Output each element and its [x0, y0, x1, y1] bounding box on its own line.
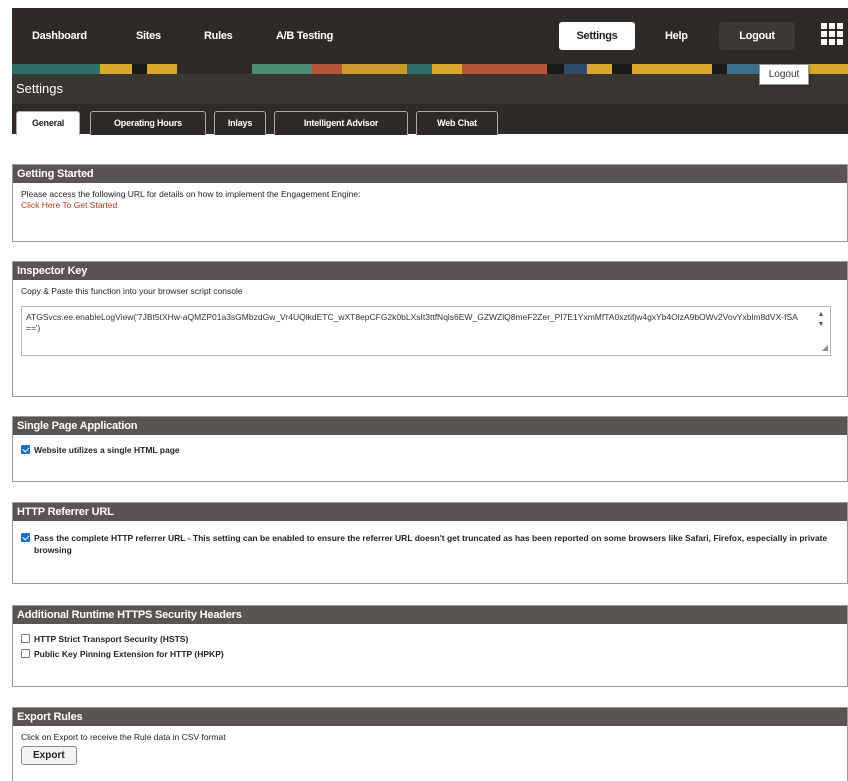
get-started-link[interactable]: Click Here To Get Started	[21, 200, 839, 211]
tab-operating-hours[interactable]: Operating Hours	[90, 111, 206, 135]
getting-started-text: Please access the following URL for deta…	[21, 189, 361, 199]
inspector-key-panel: Inspector Key Copy & Paste this function…	[12, 261, 848, 397]
panel-header: Inspector Key	[13, 262, 847, 280]
export-rules-panel: Export Rules Click on Export to receive …	[12, 707, 848, 781]
inspector-key-text: Copy & Paste this function into your bro…	[21, 286, 243, 296]
hpkp-label: Public Key Pinning Extension for HTTP (H…	[34, 649, 224, 659]
page-title: Settings	[12, 74, 848, 104]
panel-header: HTTP Referrer URL	[13, 503, 847, 521]
referrer-panel: HTTP Referrer URL Pass the complete HTTP…	[12, 502, 848, 584]
panel-header: Additional Runtime HTTPS Security Header…	[13, 606, 847, 624]
inspector-key-value: ATGSvcs.ee.enableLogView('7JBt5tXHw-aQMZ…	[26, 312, 798, 333]
panel-header: Export Rules	[13, 708, 847, 726]
tab-intelligent-advisor[interactable]: Intelligent Advisor	[274, 111, 408, 135]
panel-header: Single Page Application	[13, 417, 847, 435]
inspector-key-textarea[interactable]: ATGSvcs.ee.enableLogView('7JBt5tXHw-aQMZ…	[21, 306, 831, 356]
tab-general[interactable]: General	[16, 111, 80, 135]
scroll-down-icon[interactable]: ▼	[816, 319, 826, 330]
security-headers-panel: Additional Runtime HTTPS Security Header…	[12, 605, 848, 687]
decorative-stripe	[12, 64, 848, 74]
tab-web-chat[interactable]: Web Chat	[416, 111, 498, 135]
hpkp-checkbox[interactable]	[21, 649, 30, 658]
spa-option: Website utilizes a single HTML page	[21, 444, 839, 456]
getting-started-panel: Getting Started Please access the follow…	[12, 164, 848, 242]
nav-rules[interactable]: Rules	[204, 30, 233, 42]
help-link[interactable]: Help	[665, 30, 688, 42]
spa-checkbox[interactable]	[21, 445, 30, 454]
export-rules-text: Click on Export to receive the Rule data…	[21, 732, 226, 742]
hpkp-option: Public Key Pinning Extension for HTTP (H…	[21, 648, 839, 660]
logout-tooltip: Logout	[759, 64, 809, 85]
nav-ab-testing[interactable]: A/B Testing	[276, 30, 333, 42]
nav-dashboard[interactable]: Dashboard	[32, 30, 87, 42]
spa-checkbox-label: Website utilizes a single HTML page	[34, 445, 180, 455]
referrer-checkbox-label: Pass the complete HTTP referrer URL - Th…	[34, 533, 828, 555]
resize-grip-icon[interactable]: ◢	[822, 342, 828, 353]
logout-button[interactable]: Logout	[719, 22, 795, 50]
referrer-option: Pass the complete HTTP referrer URL - Th…	[21, 532, 839, 556]
export-button[interactable]: Export	[21, 746, 77, 765]
grid-icon[interactable]	[821, 23, 843, 45]
tab-inlays[interactable]: Inlays	[214, 111, 266, 135]
hsts-label: HTTP Strict Transport Security (HSTS)	[34, 634, 189, 644]
top-nav-bar: Dashboard Sites Rules A/B Testing Settin…	[12, 8, 848, 64]
nav-sites[interactable]: Sites	[136, 30, 161, 42]
settings-button[interactable]: Settings	[559, 22, 635, 50]
referrer-checkbox[interactable]	[21, 533, 30, 542]
spa-panel: Single Page Application Website utilizes…	[12, 416, 848, 482]
hsts-option: HTTP Strict Transport Security (HSTS)	[21, 633, 839, 645]
settings-tabs: General Operating Hours Inlays Intellige…	[12, 104, 848, 135]
hsts-checkbox[interactable]	[21, 634, 30, 643]
panel-header: Getting Started	[13, 165, 847, 183]
